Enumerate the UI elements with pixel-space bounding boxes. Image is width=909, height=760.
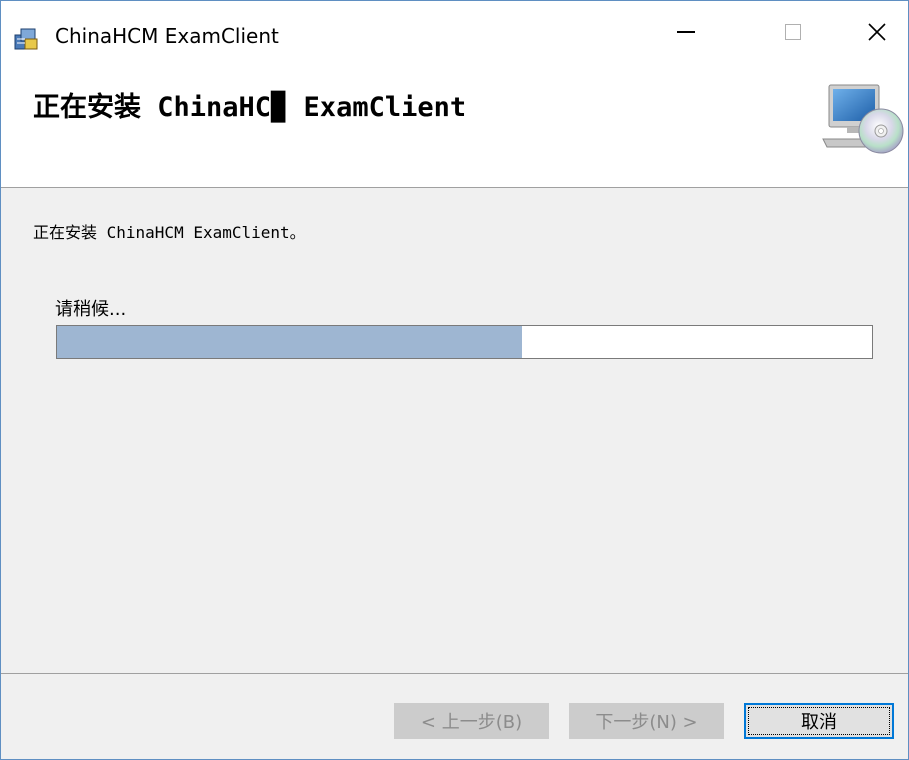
install-status-text: 正在安装 ChinaHCM ExamClient。 (33, 223, 306, 242)
close-icon (868, 23, 886, 41)
cancel-button[interactable]: 取消 (744, 703, 894, 739)
minimize-icon (677, 31, 695, 33)
back-button[interactable]: < 上一步(B) (394, 703, 549, 739)
installer-package-icon (13, 27, 39, 51)
install-progress-bar (56, 325, 873, 359)
minimize-button[interactable] (654, 1, 718, 63)
next-button[interactable]: 下一步(N) > (569, 703, 724, 739)
maximize-button[interactable] (761, 1, 825, 63)
header-banner: 正在安装 ChinaHC▉ ExamClient (1, 63, 908, 188)
page-title: 正在安装 ChinaHC▉ ExamClient (33, 92, 467, 123)
wait-label: 请稍候... (55, 299, 127, 320)
footer-divider (1, 673, 908, 674)
computer-cd-icon (819, 81, 905, 157)
close-button[interactable] (845, 1, 908, 63)
window-title: ChinaHCM ExamClient (55, 24, 279, 48)
installer-window: ChinaHCM ExamClient 正在安装 ChinaHC▉ ExamCl… (0, 0, 909, 760)
maximize-icon (785, 24, 801, 40)
progress-fill (57, 326, 522, 358)
cancel-button-label: 取消 (748, 707, 890, 735)
title-bar[interactable]: ChinaHCM ExamClient (1, 1, 908, 63)
